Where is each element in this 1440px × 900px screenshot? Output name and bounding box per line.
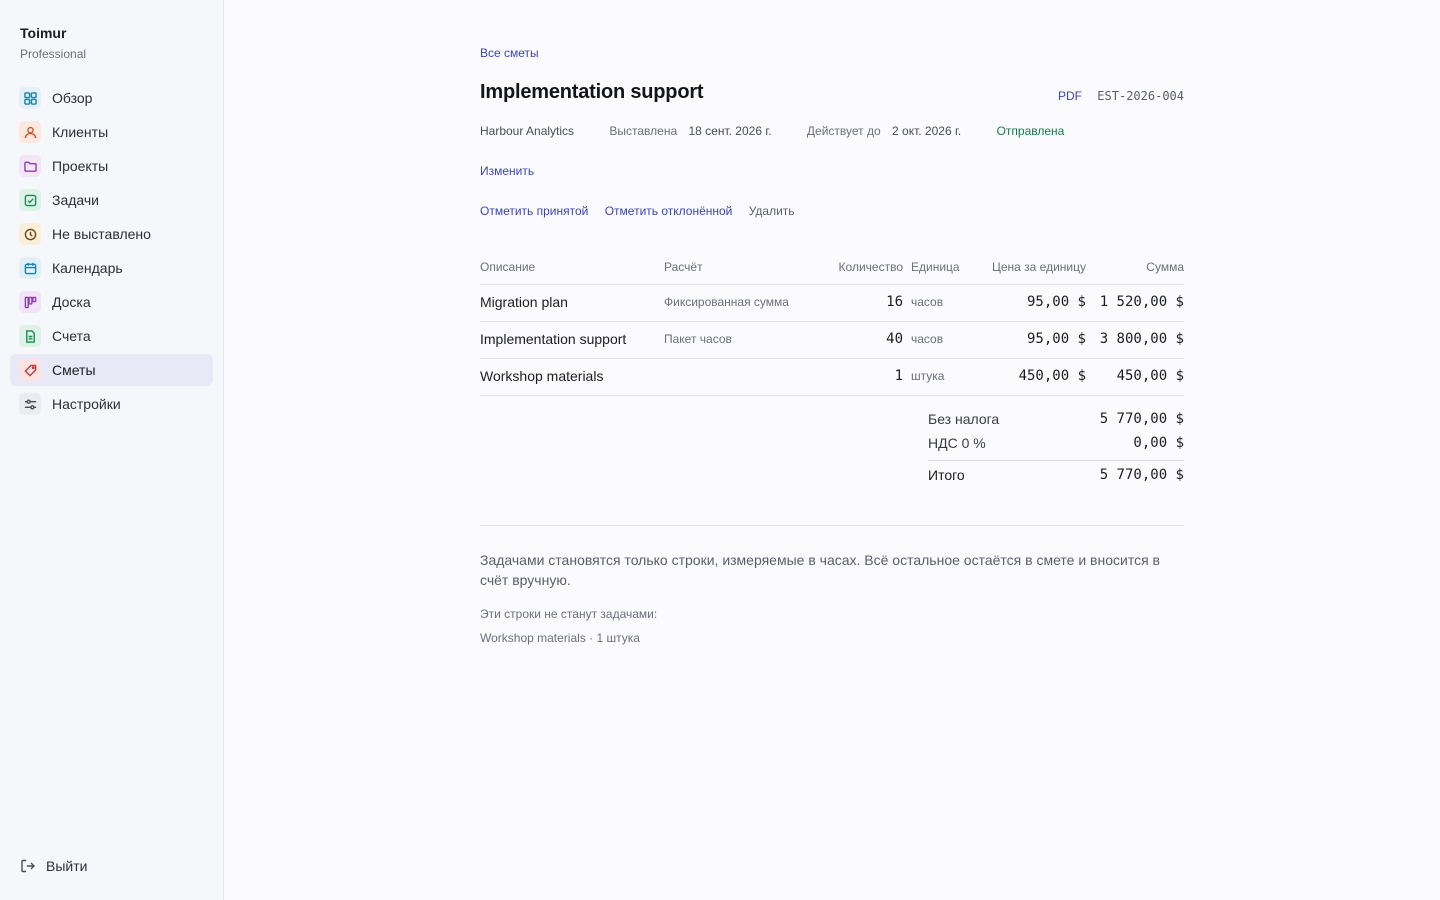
sidebar: Toimur Professional Обзор Клиенты Проект… bbox=[0, 0, 224, 900]
valid-label: Действует до bbox=[806, 124, 881, 138]
user-icon bbox=[19, 121, 41, 143]
table-header: Описание Расчёт Количество Единица Цена … bbox=[480, 250, 1184, 285]
row-description: Workshop materials bbox=[480, 368, 604, 384]
row-unit-price: 95,00 $ bbox=[1026, 294, 1086, 310]
table-row: Workshop materials 1 штука 450,00 $ 450,… bbox=[480, 359, 1184, 396]
brand-plan: Professional bbox=[20, 47, 87, 61]
header-description: Описание bbox=[480, 260, 536, 274]
sidebar-nav: Обзор Клиенты Проекты Задачи Не выставле… bbox=[10, 82, 213, 422]
page-title: Implementation support bbox=[480, 81, 704, 103]
subtotal-row: Без налога 5 770,00 $ bbox=[928, 406, 1184, 430]
row-amount: 450,00 $ bbox=[1116, 368, 1184, 384]
row-description: Implementation support bbox=[480, 331, 627, 347]
status-badge: Отправлена bbox=[996, 124, 1065, 138]
totals: Без налога 5 770,00 $ НДС 0 % 0,00 $ Ито… bbox=[928, 406, 1184, 491]
row-unit-price: 450,00 $ bbox=[1018, 368, 1086, 384]
estimate-meta: Harbour Analytics Выставлена 18 сент. 20… bbox=[480, 124, 1064, 138]
sidebar-item-label: Счета bbox=[52, 328, 91, 344]
header-amount: Сумма bbox=[1146, 260, 1184, 274]
sidebar-item-label: Не выставлено bbox=[52, 226, 151, 242]
folder-icon bbox=[19, 155, 41, 177]
tax-amount: 0,00 $ bbox=[1133, 435, 1184, 451]
logout-label: Выйти bbox=[46, 858, 88, 874]
sidebar-item-label: Настройки bbox=[52, 396, 121, 412]
logout-icon bbox=[21, 859, 35, 873]
mark-accepted-button[interactable]: Отметить принятой bbox=[480, 204, 588, 218]
issued-date: 18 сент. 2026 г. bbox=[688, 124, 772, 138]
row-quantity: 1 bbox=[894, 368, 903, 384]
sidebar-item-invoices[interactable]: Счета bbox=[10, 320, 213, 352]
subtotal-amount: 5 770,00 $ bbox=[1099, 411, 1184, 427]
row-unit: часов bbox=[911, 332, 944, 346]
total-label: Итого bbox=[928, 467, 965, 483]
total-row: Итого 5 770,00 $ bbox=[928, 461, 1184, 491]
sidebar-item-label: Календарь bbox=[52, 260, 123, 276]
header-unit-price: Цена за единицу bbox=[991, 260, 1086, 274]
delete-button[interactable]: Удалить bbox=[749, 204, 795, 218]
clock-icon bbox=[19, 223, 41, 245]
sidebar-item-unbilled[interactable]: Не выставлено bbox=[10, 218, 213, 250]
sidebar-item-estimates[interactable]: Сметы bbox=[10, 354, 213, 386]
row-quantity: 16 bbox=[886, 294, 903, 310]
row-unit: штука bbox=[911, 369, 945, 383]
mark-rejected-button[interactable]: Отметить отклонённой bbox=[605, 204, 733, 218]
edit-button[interactable]: Изменить bbox=[480, 164, 534, 178]
sidebar-item-projects[interactable]: Проекты bbox=[10, 150, 213, 182]
row-calculation: Фиксированная сумма bbox=[664, 295, 789, 309]
sidebar-item-tasks[interactable]: Задачи bbox=[10, 184, 213, 216]
row-calculation: Пакет часов bbox=[664, 332, 732, 346]
sidebar-item-clients[interactable]: Клиенты bbox=[10, 116, 213, 148]
sidebar-item-calendar[interactable]: Календарь bbox=[10, 252, 213, 284]
section-divider bbox=[480, 525, 1184, 526]
sidebar-item-label: Доска bbox=[52, 294, 91, 310]
table-row: Migration plan Фиксированная сумма 16 ча… bbox=[480, 285, 1184, 322]
non-task-line-item: Workshop materials · 1 штука bbox=[480, 631, 640, 645]
calendar-icon bbox=[19, 257, 41, 279]
brand-name: Toimur bbox=[20, 25, 67, 41]
tax-label: НДС 0 % bbox=[928, 435, 986, 451]
valid-date: 2 окт. 2026 г. bbox=[892, 124, 962, 138]
client-name: Harbour Analytics bbox=[480, 124, 575, 138]
sidebar-item-board[interactable]: Доска bbox=[10, 286, 213, 318]
board-icon bbox=[19, 291, 41, 313]
subtotal-label: Без налога bbox=[928, 411, 1000, 427]
tag-icon bbox=[19, 359, 41, 381]
sidebar-item-label: Сметы bbox=[52, 362, 96, 378]
sidebar-item-overview[interactable]: Обзор bbox=[10, 82, 213, 114]
sliders-icon bbox=[19, 393, 41, 415]
total-amount: 5 770,00 $ bbox=[1099, 467, 1184, 483]
header-quantity: Количество bbox=[838, 260, 903, 274]
header-calculation: Расчёт bbox=[664, 260, 703, 274]
grid-icon bbox=[19, 87, 41, 109]
sidebar-item-settings[interactable]: Настройки bbox=[10, 388, 213, 420]
task-conversion-note: Задачами становятся только строки, измер… bbox=[480, 552, 1160, 588]
brand: Toimur Professional bbox=[20, 24, 86, 62]
estimate-actions: Отметить принятой Отметить отклонённой У… bbox=[480, 204, 808, 218]
checkbox-icon bbox=[19, 189, 41, 211]
row-unit-price: 95,00 $ bbox=[1026, 331, 1086, 347]
document-icon bbox=[19, 325, 41, 347]
row-quantity: 40 bbox=[886, 331, 903, 347]
row-amount: 1 520,00 $ bbox=[1099, 294, 1184, 310]
back-to-estimates-link[interactable]: Все сметы bbox=[480, 46, 539, 60]
row-amount: 3 800,00 $ bbox=[1099, 331, 1184, 347]
pdf-link[interactable]: PDF bbox=[1058, 89, 1082, 103]
header-unit: Единица bbox=[911, 260, 960, 274]
line-items-table: Описание Расчёт Количество Единица Цена … bbox=[480, 250, 1184, 396]
estimate-number: EST-2026-004 bbox=[1097, 89, 1184, 103]
table-row: Implementation support Пакет часов 40 ча… bbox=[480, 322, 1184, 359]
row-description: Migration plan bbox=[480, 294, 568, 310]
row-unit: часов bbox=[911, 295, 944, 309]
sidebar-item-label: Задачи bbox=[52, 192, 100, 208]
sidebar-item-label: Обзор bbox=[52, 90, 93, 106]
issued-label: Выставлена bbox=[609, 124, 678, 138]
sidebar-item-label: Клиенты bbox=[52, 124, 109, 140]
logout-button[interactable]: Выйти bbox=[20, 858, 87, 874]
non-task-lines-label: Эти строки не станут задачами: bbox=[480, 607, 658, 621]
tax-row: НДС 0 % 0,00 $ bbox=[928, 430, 1184, 454]
sidebar-item-label: Проекты bbox=[52, 158, 109, 174]
